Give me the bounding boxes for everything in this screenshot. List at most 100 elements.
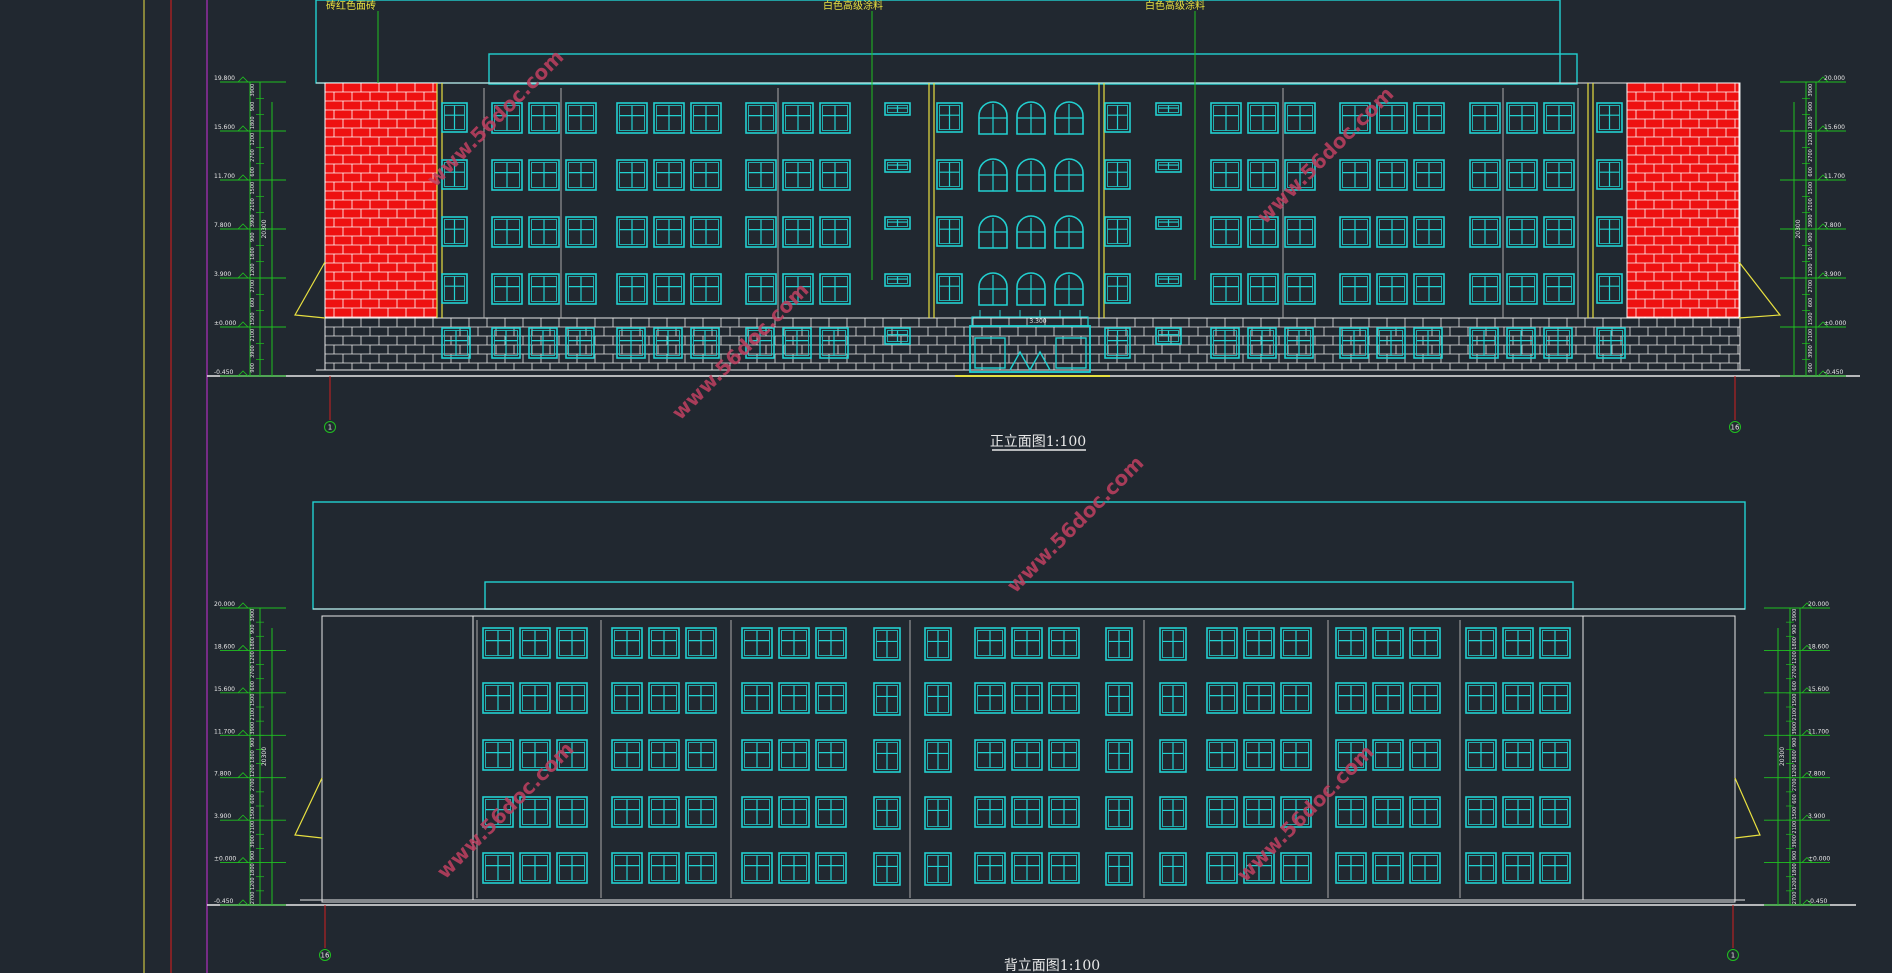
dimension-label: 3900 [250, 84, 256, 97]
dimension-label: 2700 [1808, 149, 1814, 162]
dimension-label: 1800 [1792, 750, 1798, 763]
dimension-label: 600 [1808, 298, 1814, 308]
level-label: 3.900 [1808, 813, 1825, 820]
dimension-label: 2100 [250, 329, 256, 342]
dimension-label: 3900 [1792, 835, 1798, 848]
level-label: 3.900 [214, 813, 231, 820]
dimension-label: 600 [250, 681, 256, 691]
total-height-label: 20300 [1779, 747, 1786, 766]
dimension-label: 900 [1792, 738, 1798, 748]
dimension-label: 600 [1808, 167, 1814, 177]
dimension-label: 2100 [250, 198, 256, 211]
dimension-label: 2700 [250, 892, 256, 905]
dimension-label: 1200 [250, 133, 256, 146]
level-label: ±0.000 [1808, 856, 1830, 863]
total-height-label: 20300 [261, 219, 268, 238]
dimension-label: 900 [1792, 851, 1798, 861]
dimension-label: 1200 [1792, 764, 1798, 777]
dimension-label: 600 [250, 794, 256, 804]
axis-bubble: 16 [319, 949, 331, 961]
total-height-label: 20300 [1795, 219, 1802, 238]
dimension-label: 2700 [1792, 892, 1798, 905]
cad-drawing-canvas[interactable]: 3.300 砖红色面砖 白色高级涂料 白色高级涂料 19.800 15.600 11.700… [0, 0, 1892, 973]
level-label: 18.600 [1808, 643, 1829, 650]
dimension-label: 900 [250, 102, 256, 112]
note-white-paint: 白色高级涂料 [1145, 0, 1205, 12]
level-label: 20.000 [1824, 75, 1845, 82]
dimension-label: 1500 [1808, 182, 1814, 195]
svg-text:1: 1 [1731, 952, 1735, 960]
level-label: -0.450 [1808, 898, 1828, 905]
dimension-label: 3900 [1792, 722, 1798, 735]
svg-text:16: 16 [321, 952, 330, 960]
dimension-label: 900 [250, 232, 256, 242]
dimension-label: 1800 [250, 637, 256, 650]
dimension-label: 900 [1792, 624, 1798, 634]
dimension-label: 1500 [250, 312, 256, 325]
dimension-label: 900 [1808, 102, 1814, 112]
dimension-label: 3900 [250, 722, 256, 735]
dimension-label: 1800 [250, 247, 256, 260]
dimension-label: 2700 [1792, 665, 1798, 678]
dimension-label: 3900 [250, 609, 256, 622]
dimension-label: 3900 [250, 214, 256, 227]
level-label: 7.800 [214, 222, 231, 229]
dimension-label: 1800 [1792, 637, 1798, 650]
dimension-label: 1200 [1808, 263, 1814, 276]
dimension-label: 1500 [250, 694, 256, 707]
svg-text:1: 1 [328, 424, 332, 432]
dimension-label: 3900 [1808, 345, 1814, 358]
dimension-label: 1200 [250, 764, 256, 777]
dimension-label: 1800 [1792, 863, 1798, 876]
dimension-label: 900 [250, 851, 256, 861]
dimension-label: 2100 [1808, 329, 1814, 342]
note-brick-tile: 砖红色面砖 [326, 0, 376, 12]
level-label: 15.600 [214, 686, 235, 693]
entrance-level-label: 3.300 [1029, 318, 1046, 325]
dimension-label: 1500 [250, 807, 256, 820]
dimension-label: 2100 [250, 708, 256, 721]
level-label: 7.800 [1824, 222, 1841, 229]
dimension-label: 900 [1808, 232, 1814, 242]
level-label: ±0.000 [214, 320, 236, 327]
dimension-label: 1200 [1792, 877, 1798, 890]
level-label: 15.600 [1808, 686, 1829, 693]
level-label: 7.800 [214, 771, 231, 778]
dimension-label: 1800 [1808, 116, 1814, 129]
level-label: 20.000 [214, 601, 235, 608]
dimension-label: 1200 [1792, 651, 1798, 664]
level-label: 7.800 [1808, 771, 1825, 778]
back-caption: 背立面图1:100 [1004, 958, 1100, 973]
level-label: -0.450 [214, 369, 234, 376]
level-label: 11.700 [1808, 728, 1829, 735]
dimension-label: 1500 [250, 182, 256, 195]
dimension-label: 600 [1792, 794, 1798, 804]
dimension-label: 2700 [250, 778, 256, 791]
dimension-label: 2100 [1792, 821, 1798, 834]
svg-text:16: 16 [1731, 424, 1740, 432]
axis-bubble: 16 [1729, 421, 1741, 433]
level-label: 18.600 [214, 643, 235, 650]
level-label: -0.450 [214, 898, 234, 905]
dimension-label: 1500 [1792, 807, 1798, 820]
dimension-label: 900 [1808, 363, 1814, 373]
level-label: 11.700 [214, 728, 235, 735]
dimension-label: 3900 [1808, 84, 1814, 97]
note-white-paint: 白色高级涂料 [823, 0, 883, 12]
dimension-label: 1200 [250, 263, 256, 276]
level-label: ±0.000 [1824, 320, 1846, 327]
brick-wall-left [324, 82, 438, 319]
dimension-label: 2700 [250, 665, 256, 678]
dimension-label: 3900 [250, 345, 256, 358]
dimension-label: 1800 [250, 116, 256, 129]
level-label: 15.600 [1824, 124, 1845, 131]
dimension-label: 600 [1792, 681, 1798, 691]
dimension-label: 1500 [1792, 694, 1798, 707]
dimension-label: 900 [250, 363, 256, 373]
level-label: 3.900 [1824, 271, 1841, 278]
dimension-label: 1200 [250, 651, 256, 664]
dimension-label: 1200 [1808, 133, 1814, 146]
dimension-label: 900 [250, 738, 256, 748]
dimension-label: 600 [250, 167, 256, 177]
level-label: 11.700 [1824, 173, 1845, 180]
